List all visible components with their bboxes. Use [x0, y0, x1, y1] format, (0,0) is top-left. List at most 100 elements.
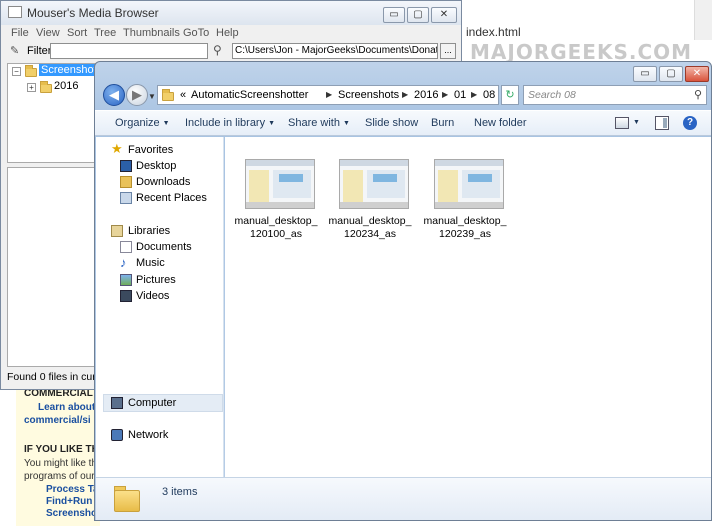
- search-input[interactable]: Search 08 ⚲: [523, 85, 707, 105]
- web-scrollbar[interactable]: [694, 0, 712, 40]
- nav-documents[interactable]: Documents: [136, 241, 192, 253]
- chevron-down-icon[interactable]: ▼: [633, 119, 640, 126]
- breadcrumb-automaticscreenshotter[interactable]: AutomaticScreenshotter: [191, 89, 308, 101]
- menu-help[interactable]: Help: [216, 27, 239, 39]
- computer-icon: [111, 397, 123, 409]
- include-in-library-button[interactable]: Include in library ▼: [185, 117, 275, 129]
- explorer-window: ▭ ▢ ✕ ◀ ▶ ▼ « AutomaticScreenshotter ▶ S…: [94, 61, 712, 521]
- documents-icon: [120, 241, 132, 253]
- chevron-down-icon: ▼: [342, 120, 350, 127]
- refresh-button[interactable]: ↻: [501, 85, 519, 105]
- info-pane: [7, 167, 97, 367]
- folder-icon: [162, 89, 174, 101]
- burn-button[interactable]: Burn: [431, 117, 454, 129]
- navigation-pane: ★ Favorites Desktop Downloads Recent Pla…: [96, 137, 224, 520]
- back-button[interactable]: ◀: [103, 84, 125, 106]
- web-link-process[interactable]: Process Ta: [46, 484, 99, 495]
- filter-bar: ✎ Filter: ⚲ C:\Users\Jon - MajorGeeks\Do…: [1, 41, 461, 61]
- path-input[interactable]: C:\Users\Jon - MajorGeeks\Documents\Dona…: [232, 43, 438, 59]
- recent-places-icon: [120, 192, 132, 204]
- breadcrumb-2016[interactable]: 2016: [414, 89, 438, 101]
- file-name: manual_desktop_ 120100_as: [234, 215, 318, 240]
- nav-network[interactable]: Network: [128, 429, 168, 441]
- forward-button[interactable]: ▶: [126, 84, 148, 106]
- address-bar[interactable]: « AutomaticScreenshotter ▶ Screenshots ▶…: [157, 85, 556, 105]
- nav-desktop[interactable]: Desktop: [136, 160, 176, 172]
- file-item[interactable]: manual_desktop_ 120100_as: [231, 159, 321, 249]
- desktop-icon: [120, 160, 132, 172]
- breadcrumb-01[interactable]: 01: [454, 89, 466, 101]
- chevron-right-icon[interactable]: ▶: [442, 90, 448, 99]
- image-thumbnail: [339, 159, 409, 209]
- search-placeholder: Search 08: [528, 89, 576, 101]
- maximize-button[interactable]: ▢: [407, 7, 429, 23]
- organize-button[interactable]: Organize ▼: [115, 117, 170, 129]
- breadcrumb-screenshots[interactable]: Screenshots: [338, 89, 399, 101]
- tree-collapse-toggle[interactable]: −: [12, 67, 21, 76]
- web-text-line2: programs of our: [24, 471, 95, 482]
- nav-pictures[interactable]: Pictures: [136, 274, 176, 286]
- file-item[interactable]: manual_desktop_ 120239_as: [420, 159, 510, 249]
- nav-computer[interactable]: Computer: [128, 397, 176, 409]
- nav-libraries[interactable]: Libraries: [128, 225, 170, 237]
- folder-icon: [40, 81, 52, 93]
- share-with-button[interactable]: Share with ▼: [288, 117, 350, 129]
- chevron-right-icon[interactable]: ▶: [471, 90, 477, 99]
- breadcrumb-08[interactable]: 08: [483, 89, 495, 101]
- tree-item-2016[interactable]: 2016: [54, 80, 78, 92]
- nav-videos[interactable]: Videos: [136, 290, 169, 302]
- web-link-findrun[interactable]: Find+Run: [46, 496, 92, 507]
- videos-icon: [120, 290, 132, 302]
- window-title: Mouser's Media Browser: [27, 6, 159, 20]
- chevron-down-icon: ▼: [268, 120, 276, 127]
- file-item[interactable]: manual_desktop_ 120234_as: [325, 159, 415, 249]
- menu-file[interactable]: File: [11, 27, 29, 39]
- magnifier-icon[interactable]: ⚲: [213, 43, 222, 57]
- include-in-library-label: Include in library: [185, 117, 266, 129]
- menu-thumbnails[interactable]: Thumbnails: [123, 27, 180, 39]
- breadcrumb-overflow[interactable]: «: [180, 89, 186, 101]
- folder-icon: [25, 65, 37, 77]
- help-icon[interactable]: ?: [683, 116, 697, 130]
- nav-favorites[interactable]: Favorites: [128, 144, 173, 156]
- chevron-right-icon[interactable]: ▶: [402, 90, 408, 99]
- menu-goto[interactable]: GoTo: [183, 27, 209, 39]
- file-name: manual_desktop_ 120239_as: [423, 215, 507, 240]
- details-pane: 3 items: [96, 477, 711, 520]
- menu-sort[interactable]: Sort: [67, 27, 87, 39]
- web-link-learn[interactable]: Learn about: [38, 402, 95, 413]
- search-icon[interactable]: ⚲: [694, 88, 702, 101]
- nav-recent-places[interactable]: Recent Places: [136, 192, 207, 204]
- nav-music[interactable]: Music: [136, 257, 165, 269]
- preview-pane-icon[interactable]: [655, 116, 669, 130]
- menu-view[interactable]: View: [36, 27, 60, 39]
- network-icon: [111, 429, 123, 441]
- media-browser-titlebar[interactable]: Mouser's Media Browser ▭ ▢ ✕: [1, 1, 461, 25]
- libraries-icon: [111, 225, 123, 237]
- image-thumbnail: [245, 159, 315, 209]
- close-button[interactable]: ✕: [431, 7, 457, 23]
- filter-input[interactable]: [50, 43, 208, 59]
- pencil-icon: ✎: [10, 45, 20, 57]
- web-link-commercial[interactable]: commercial/si: [24, 415, 91, 426]
- browse-button[interactable]: ...: [440, 43, 456, 59]
- slide-show-button[interactable]: Slide show: [365, 117, 418, 129]
- web-link-screenshot[interactable]: Screensho: [46, 508, 97, 519]
- minimize-button[interactable]: ▭: [633, 66, 657, 82]
- menu-tree[interactable]: Tree: [94, 27, 116, 39]
- item-count: 3 items: [162, 486, 198, 498]
- close-button[interactable]: ✕: [685, 66, 709, 82]
- app-icon: [8, 6, 22, 18]
- image-thumbnail: [434, 159, 504, 209]
- minimize-button[interactable]: ▭: [383, 7, 405, 23]
- change-view-icon[interactable]: [615, 117, 629, 129]
- organize-label: Organize: [115, 117, 160, 129]
- recent-pages-dropdown-icon[interactable]: ▼: [148, 92, 156, 101]
- tree-expand-toggle[interactable]: +: [27, 83, 36, 92]
- file-list: manual_desktop_ 120100_as manual_desktop_…: [225, 137, 711, 477]
- folder-icon: [114, 484, 144, 514]
- nav-downloads[interactable]: Downloads: [136, 176, 190, 188]
- maximize-button[interactable]: ▢: [659, 66, 683, 82]
- new-folder-button[interactable]: New folder: [474, 117, 527, 129]
- chevron-right-icon[interactable]: ▶: [326, 90, 332, 99]
